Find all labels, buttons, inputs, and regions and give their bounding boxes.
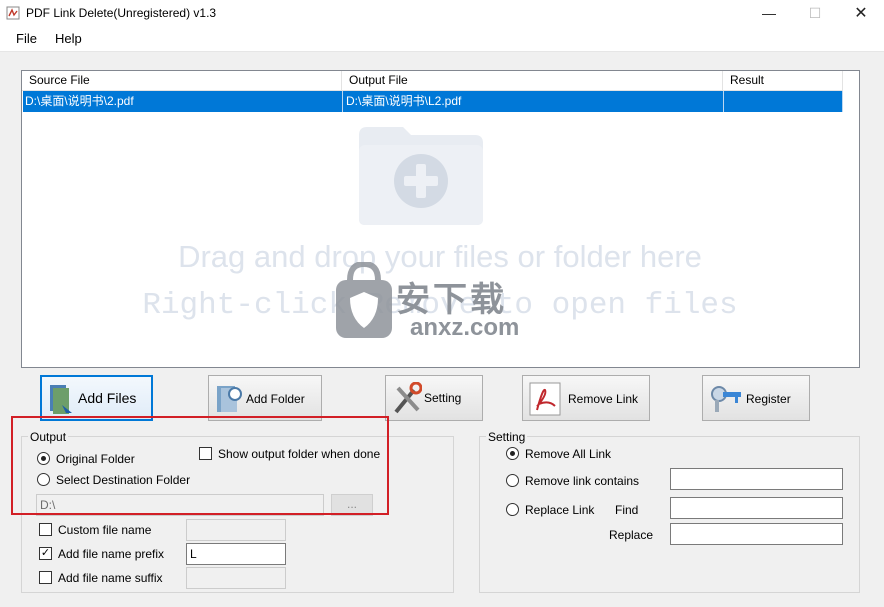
maximize-button[interactable]: ☐ bbox=[792, 0, 838, 27]
column-header-output[interactable]: Output File bbox=[342, 71, 723, 91]
watermark-text-en: anxz.com bbox=[410, 314, 520, 341]
folder-add-icon bbox=[359, 127, 483, 225]
cell-source: D:\桌面\说明书\2.pdf bbox=[23, 91, 343, 112]
add-folder-label: Add Folder bbox=[246, 392, 305, 406]
highlight-box bbox=[11, 416, 389, 515]
replace-link-label: Replace Link bbox=[525, 503, 595, 517]
key-icon bbox=[711, 386, 741, 412]
tools-icon bbox=[394, 382, 422, 414]
setting-group-title: Setting bbox=[486, 430, 528, 444]
add-files-label: Add Files bbox=[78, 390, 137, 406]
remove-link-contains-label: Remove link contains bbox=[525, 474, 640, 488]
table-row[interactable]: D:\桌面\说明书\2.pdf D:\桌面\说明书\L2.pdf bbox=[23, 91, 843, 112]
app-icon bbox=[6, 6, 20, 20]
register-label: Register bbox=[746, 392, 791, 406]
custom-file-name-input[interactable] bbox=[186, 519, 286, 541]
remove-link-contains-radio[interactable] bbox=[506, 474, 519, 487]
menu-bar bbox=[0, 27, 884, 52]
register-button[interactable]: Register bbox=[702, 375, 810, 421]
minimize-button[interactable]: — bbox=[746, 0, 792, 27]
find-input[interactable] bbox=[670, 497, 843, 519]
column-header-result[interactable]: Result bbox=[723, 71, 843, 91]
remove-all-link-radio[interactable] bbox=[506, 447, 519, 460]
replace-link-radio[interactable] bbox=[506, 503, 519, 516]
add-files-button[interactable]: Add Files bbox=[40, 375, 153, 421]
remove-link-button[interactable]: Remove Link bbox=[522, 375, 650, 421]
pdf-link-icon bbox=[529, 382, 561, 416]
cell-result bbox=[724, 91, 843, 112]
column-header-source[interactable]: Source File bbox=[22, 71, 342, 91]
add-folder-icon bbox=[217, 386, 242, 412]
add-prefix-label: Add file name prefix bbox=[58, 547, 165, 561]
replace-input[interactable] bbox=[670, 523, 843, 545]
add-folder-button[interactable]: Add Folder bbox=[208, 375, 322, 421]
custom-file-name-label: Custom file name bbox=[58, 523, 152, 537]
add-suffix-label: Add file name suffix bbox=[58, 571, 163, 585]
suffix-input[interactable] bbox=[186, 567, 286, 589]
window-title: PDF Link Delete(Unregistered) v1.3 bbox=[26, 6, 217, 20]
cell-output: D:\桌面\说明书\L2.pdf bbox=[343, 91, 724, 112]
add-files-icon bbox=[50, 385, 72, 417]
remove-link-contains-input[interactable] bbox=[670, 468, 843, 490]
replace-label: Replace bbox=[609, 528, 654, 542]
drop-hint: Drag and drop your files or folder here bbox=[178, 239, 702, 274]
setting-button[interactable]: Setting bbox=[385, 375, 483, 421]
custom-file-name-checkbox[interactable] bbox=[39, 523, 52, 536]
watermark-shield-icon bbox=[336, 262, 392, 338]
add-prefix-checkbox[interactable]: ✓ bbox=[39, 547, 52, 560]
add-suffix-checkbox[interactable] bbox=[39, 571, 52, 584]
setting-label: Setting bbox=[424, 391, 462, 405]
prefix-input[interactable]: L bbox=[186, 543, 286, 565]
remove-all-link-label: Remove All Link bbox=[525, 447, 612, 461]
menu-help[interactable]: Help bbox=[55, 31, 82, 47]
close-button[interactable]: ✕ bbox=[838, 0, 884, 27]
menu-file[interactable]: File bbox=[16, 31, 37, 47]
remove-link-label: Remove Link bbox=[568, 392, 639, 406]
find-label: Find bbox=[615, 503, 639, 517]
